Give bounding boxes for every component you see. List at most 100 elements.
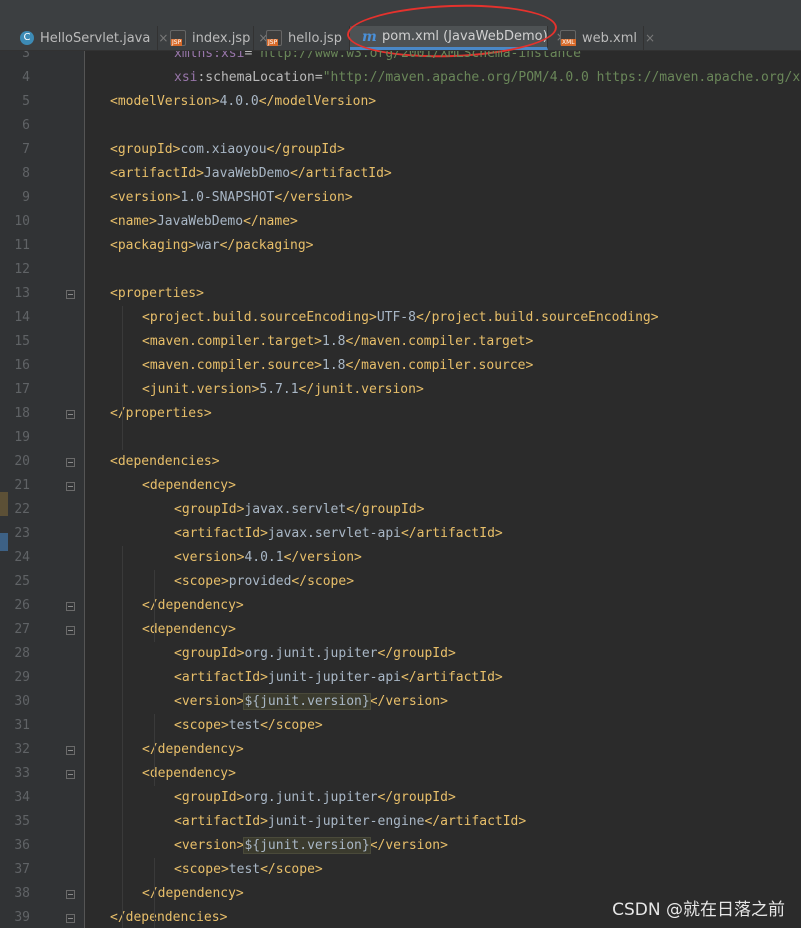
code-line[interactable]: 34 <groupId>org.junit.jupiter</groupId> bbox=[0, 786, 801, 810]
xml-tag: </groupId> bbox=[377, 646, 456, 661]
code-text: <version>1.0-SNAPSHOT</version> bbox=[110, 186, 353, 210]
xml-tag: <scope> bbox=[174, 862, 229, 877]
code-line[interactable]: 10 <name>JavaWebDemo</name> bbox=[0, 210, 801, 234]
code-line[interactable]: 24 <version>4.0.1</version> bbox=[0, 546, 801, 570]
code-line[interactable]: 7 <groupId>com.xiaoyou</groupId> bbox=[0, 138, 801, 162]
code-text: </dependencies> bbox=[110, 906, 227, 928]
line-number: 3 bbox=[22, 51, 30, 61]
line-number: 12 bbox=[14, 262, 30, 277]
fold-icon[interactable] bbox=[66, 602, 75, 611]
watermark: CSDN @就在日落之前 bbox=[612, 900, 785, 920]
tab-index-jsp[interactable]: index.jsp × bbox=[158, 26, 268, 50]
line-number: 26 bbox=[14, 598, 30, 613]
code-token: 4.0.1 bbox=[244, 550, 284, 565]
tab-hello-jsp[interactable]: hello.jsp × bbox=[254, 26, 360, 50]
code-token: test bbox=[228, 718, 261, 733]
code-line[interactable]: 12 bbox=[0, 258, 801, 282]
code-line[interactable]: 22 <groupId>javax.servlet</groupId> bbox=[0, 498, 801, 522]
code-token: 1.8 bbox=[322, 334, 346, 349]
fold-icon[interactable] bbox=[66, 770, 75, 779]
fold-icon[interactable] bbox=[66, 458, 75, 467]
xml-tag: <groupId> bbox=[174, 790, 245, 805]
code-text: <dependency> bbox=[142, 618, 236, 642]
tab-helloservlet-java[interactable]: C HelloServlet.java × bbox=[8, 26, 168, 50]
xml-tag: <packaging> bbox=[110, 238, 197, 253]
code-text: <properties> bbox=[110, 282, 204, 306]
code-line[interactable]: 14 <project.build.sourceEncoding>UTF-8</p… bbox=[0, 306, 801, 330]
tab-label: hello.jsp bbox=[288, 30, 342, 46]
line-number: 7 bbox=[22, 142, 30, 157]
indent-guide bbox=[154, 714, 155, 786]
code-text: </dependency> bbox=[142, 882, 244, 906]
code-line[interactable]: 37 <scope>test</scope> bbox=[0, 858, 801, 882]
xml-tag: </version> bbox=[274, 190, 353, 205]
code-token: UTF-8 bbox=[376, 310, 416, 325]
xml-tag: </scope> bbox=[260, 718, 323, 733]
code-line[interactable]: 28 <groupId>org.junit.jupiter</groupId> bbox=[0, 642, 801, 666]
code-line[interactable]: 21 <dependency> bbox=[0, 474, 801, 498]
fold-icon[interactable] bbox=[66, 626, 75, 635]
code-line[interactable]: 31 <scope>test</scope> bbox=[0, 714, 801, 738]
fold-icon[interactable] bbox=[66, 890, 75, 899]
code-text: <artifactId>junit-jupiter-engine</artifa… bbox=[174, 810, 526, 834]
property-reference: ${junit.version} bbox=[243, 837, 371, 854]
xml-tag: <maven.compiler.source> bbox=[142, 358, 323, 373]
line-number: 21 bbox=[14, 478, 30, 493]
xml-tag: </maven.compiler.target> bbox=[345, 334, 534, 349]
code-line[interactable]: 20 <dependencies> bbox=[0, 450, 801, 474]
line-number: 15 bbox=[14, 334, 30, 349]
code-line[interactable]: 6 bbox=[0, 114, 801, 138]
code-line[interactable]: 26 </dependency> bbox=[0, 594, 801, 618]
xml-tag: <groupId> bbox=[110, 142, 181, 157]
code-line[interactable]: 32 </dependency> bbox=[0, 738, 801, 762]
fold-icon[interactable] bbox=[66, 290, 75, 299]
code-token: xsi bbox=[174, 70, 198, 85]
tab-label: HelloServlet.java bbox=[40, 30, 151, 46]
code-line[interactable]: 15 <maven.compiler.target>1.8</maven.comp… bbox=[0, 330, 801, 354]
jsp-file-icon bbox=[170, 30, 186, 46]
line-number: 22 bbox=[14, 502, 30, 517]
code-line[interactable]: 19 bbox=[0, 426, 801, 450]
xml-tag: <dependency> bbox=[142, 478, 236, 493]
code-text: <version>${junit.version}</version> bbox=[174, 834, 448, 858]
code-line[interactable]: 4 xsi:schemaLocation="http://maven.apache… bbox=[0, 66, 801, 90]
xml-tag: </artifactId> bbox=[400, 670, 503, 685]
code-line[interactable]: 33 <dependency> bbox=[0, 762, 801, 786]
code-line[interactable]: 25 <scope>provided</scope> bbox=[0, 570, 801, 594]
fold-icon[interactable] bbox=[66, 410, 75, 419]
code-line[interactable]: 36 <version>${junit.version}</version> bbox=[0, 834, 801, 858]
code-text: <junit.version>5.7.1</junit.version> bbox=[142, 378, 424, 402]
code-text: <artifactId>junit-jupiter-api</artifactI… bbox=[174, 666, 503, 690]
code-line[interactable]: 9 <version>1.0-SNAPSHOT</version> bbox=[0, 186, 801, 210]
code-line[interactable]: 8 <artifactId>JavaWebDemo</artifactId> bbox=[0, 162, 801, 186]
code-line[interactable]: 3 xmlns:xsi="http://www.w3.org/2001/XMLSc… bbox=[0, 51, 801, 66]
close-icon[interactable]: × bbox=[645, 31, 655, 45]
code-line[interactable]: 35 <artifactId>junit-jupiter-engine</arti… bbox=[0, 810, 801, 834]
code-text: <dependency> bbox=[142, 474, 236, 498]
line-number: 24 bbox=[14, 550, 30, 565]
code-editor[interactable]: 3 xmlns:xsi="http://www.w3.org/2001/XMLSc… bbox=[0, 51, 801, 928]
code-line[interactable]: 17 <junit.version>5.7.1</junit.version> bbox=[0, 378, 801, 402]
code-line[interactable]: 16 <maven.compiler.source>1.8</maven.comp… bbox=[0, 354, 801, 378]
code-line[interactable]: 30 <version>${junit.version}</version> bbox=[0, 690, 801, 714]
code-line[interactable]: 23 <artifactId>javax.servlet-api</artifac… bbox=[0, 522, 801, 546]
xml-tag: <groupId> bbox=[174, 646, 245, 661]
xml-tag: <artifactId> bbox=[110, 166, 204, 181]
fold-icon[interactable] bbox=[66, 482, 75, 491]
code-text: </dependency> bbox=[142, 594, 244, 618]
line-number: 17 bbox=[14, 382, 30, 397]
code-text: <scope>test</scope> bbox=[174, 714, 323, 738]
code-line[interactable]: 13 <properties> bbox=[0, 282, 801, 306]
code-line[interactable]: 29 <artifactId>junit-jupiter-api</artifac… bbox=[0, 666, 801, 690]
tab-web-xml[interactable]: web.xml × bbox=[548, 26, 655, 50]
code-line[interactable]: 11 <packaging>war</packaging> bbox=[0, 234, 801, 258]
fold-icon[interactable] bbox=[66, 746, 75, 755]
fold-icon[interactable] bbox=[66, 914, 75, 923]
code-text: xmlns:xsi="http://www.w3.org/2001/XMLSch… bbox=[174, 51, 589, 66]
xml-tag: </artifactId> bbox=[424, 814, 527, 829]
code-line[interactable]: 18 </properties> bbox=[0, 402, 801, 426]
code-line[interactable]: 5 <modelVersion>4.0.0</modelVersion> bbox=[0, 90, 801, 114]
xml-tag: </junit.version> bbox=[298, 382, 424, 397]
line-number: 8 bbox=[22, 166, 30, 181]
code-line[interactable]: 27 <dependency> bbox=[0, 618, 801, 642]
